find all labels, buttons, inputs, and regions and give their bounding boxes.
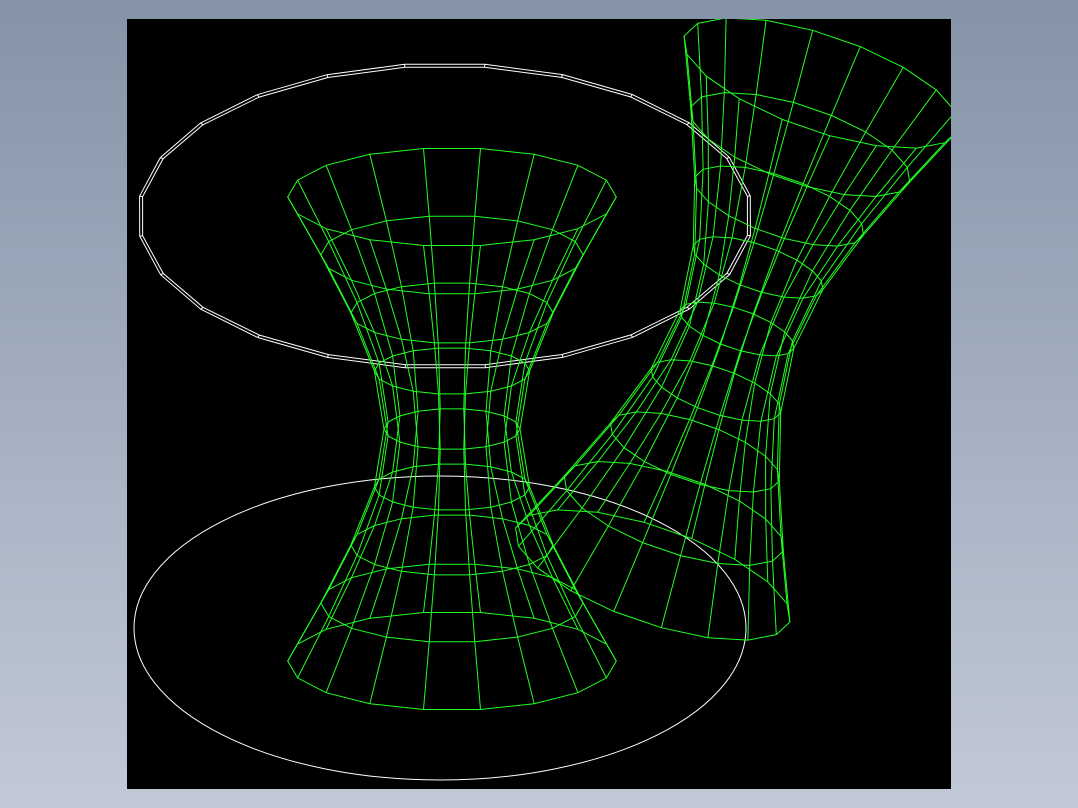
hyperboloid-ring xyxy=(679,301,795,357)
hyperboloid-ring xyxy=(383,408,521,450)
hyperboloid-ring xyxy=(650,359,782,422)
bottom-ellipse-outline xyxy=(133,475,747,781)
hyperboloid-generator xyxy=(297,213,389,679)
hyperboloid-generator xyxy=(287,196,385,662)
hyperboloid-generator xyxy=(515,179,607,645)
hyperboloid-generator xyxy=(770,142,946,635)
hyperboloid-ring xyxy=(694,165,865,247)
hyperboloid-ring xyxy=(373,463,531,511)
hyperboloid-generator xyxy=(519,196,617,662)
cad-viewport[interactable] xyxy=(127,19,951,789)
bottom-ellipse xyxy=(133,475,747,781)
hyperboloid-generator xyxy=(734,67,904,560)
hyperboloid-ring xyxy=(609,411,780,493)
hyperboloid-generator xyxy=(297,179,389,645)
hyperboloid-generator xyxy=(643,30,814,523)
hyperboloid-generator xyxy=(515,35,696,529)
hyperboloid-generator xyxy=(778,137,951,623)
hyperboloid-generator xyxy=(660,135,831,628)
hyperboloid-ring xyxy=(350,514,554,576)
hyperboloid-ring xyxy=(287,148,617,246)
hyperboloid-generator xyxy=(528,23,704,516)
vertical-hyperboloid-wireframe xyxy=(287,148,617,710)
hyperboloid-ring xyxy=(287,612,617,710)
tilted-hyperboloid-wireframe xyxy=(515,19,951,641)
wireframe-scene xyxy=(133,19,951,781)
hyperboloid-ring xyxy=(373,347,531,395)
hyperboloid-ring xyxy=(350,282,554,344)
